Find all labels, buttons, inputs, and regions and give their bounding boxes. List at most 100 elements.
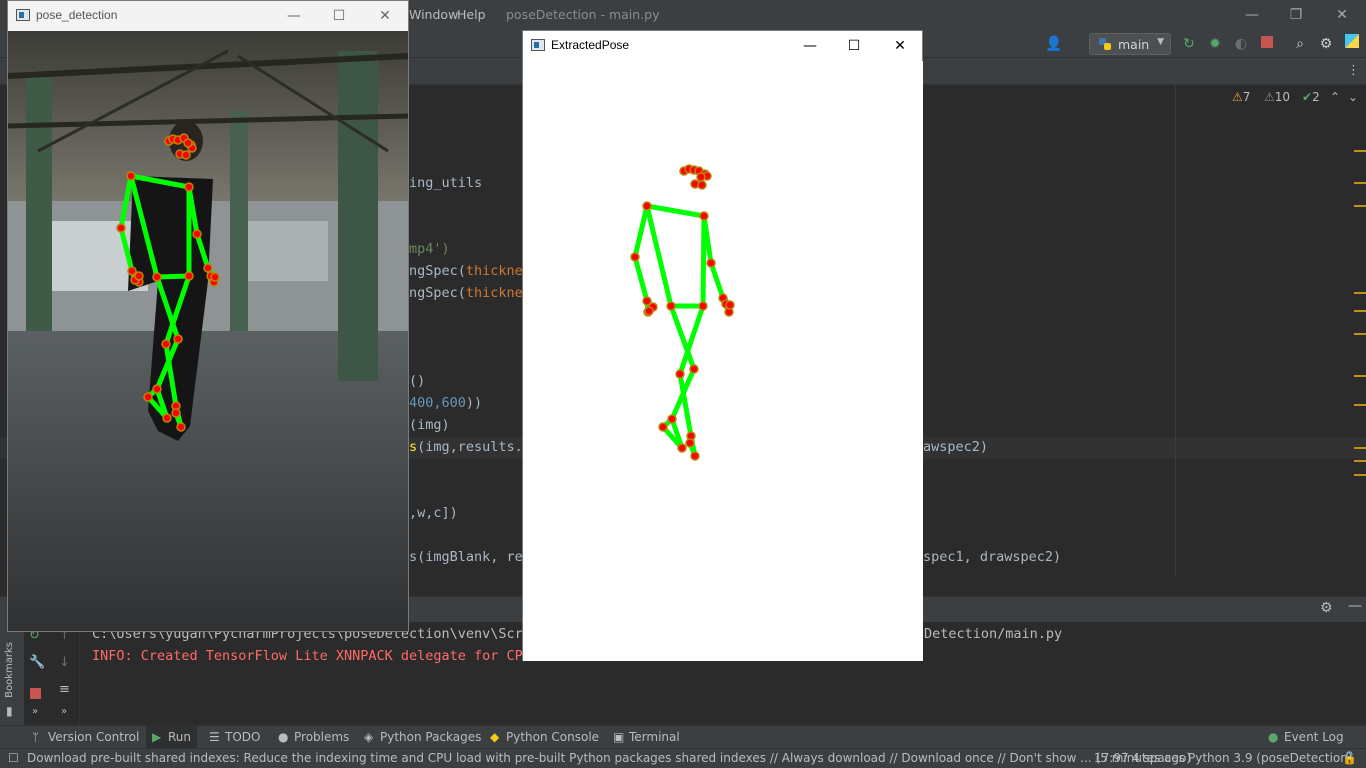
code-line: 400,600)) xyxy=(409,395,482,411)
minimize-panel-icon[interactable]: — xyxy=(1348,598,1362,614)
typo-count-value: 2 xyxy=(1312,90,1320,104)
app-icon xyxy=(531,39,545,51)
user-icon[interactable]: 👤 xyxy=(1044,34,1064,54)
tab-label: Run xyxy=(168,730,192,744)
gear-icon[interactable]: ⚙ xyxy=(1316,34,1336,54)
pose-detection-window[interactable]: pose_detection — ☐ ✕ xyxy=(7,0,409,632)
tab-label: Event Log xyxy=(1284,730,1344,744)
chevron-up-icon[interactable]: ⌃ xyxy=(1330,90,1340,104)
bookmarks-tab[interactable]: Bookmarks xyxy=(4,642,15,698)
scroll-marker[interactable] xyxy=(1354,375,1366,377)
pose-landmark xyxy=(181,150,191,160)
tab-terminal[interactable]: ▣ Terminal xyxy=(613,730,680,744)
maximize-button[interactable]: ☐ xyxy=(328,5,350,27)
more-icon[interactable]: » xyxy=(61,706,67,717)
coverage-icon[interactable]: ◐ xyxy=(1231,34,1251,54)
debug-icon[interactable]: ✹ xyxy=(1205,34,1225,54)
pose-landmark xyxy=(134,271,144,281)
scroll-marker[interactable] xyxy=(1354,447,1366,449)
typo-count: ✔2 xyxy=(1302,90,1320,104)
tab-label: Version Control xyxy=(48,730,140,744)
stop-icon[interactable] xyxy=(30,688,41,702)
run-config-selector[interactable]: main ▼ xyxy=(1089,33,1171,55)
code-token: (img,results.p xyxy=(417,439,531,455)
minimize-button[interactable]: — xyxy=(283,5,305,27)
maximize-button[interactable]: ☐ xyxy=(843,35,865,57)
steel-column xyxy=(26,71,52,331)
pose-landmark xyxy=(176,422,186,432)
run-tools: ↻ ↑ 🔧 ↓ ≡ » » xyxy=(24,622,80,725)
skeleton-connection xyxy=(154,273,192,280)
gear-icon[interactable]: ⚙ xyxy=(1320,600,1333,616)
rerun-icon[interactable]: ↻ xyxy=(1179,34,1199,54)
close-button[interactable]: ✕ xyxy=(889,35,911,57)
cursor-position[interactable]: 17:97 xyxy=(1094,751,1129,765)
more-icon[interactable]: ⋮ xyxy=(1347,63,1360,78)
pose-landmark xyxy=(690,451,700,461)
pose-landmark xyxy=(183,138,193,148)
scroll-marker[interactable] xyxy=(1354,292,1366,294)
pose-landmark xyxy=(126,171,136,181)
scroll-marker[interactable] xyxy=(1354,205,1366,207)
scroll-marker[interactable] xyxy=(1354,333,1366,335)
tab-problems[interactable]: ● Problems xyxy=(278,730,349,744)
scroll-marker[interactable] xyxy=(1354,474,1366,476)
pose-landmark xyxy=(685,438,695,448)
jetbrains-icon[interactable] xyxy=(1342,34,1362,54)
ide-restore-button[interactable]: ❐ xyxy=(1285,4,1307,26)
blank-pose-canvas xyxy=(523,61,923,661)
tab-version-control[interactable]: ᛘ Version Control xyxy=(32,730,139,744)
ide-close-button[interactable]: ✕ xyxy=(1331,4,1353,26)
ide-minimize-button[interactable]: — xyxy=(1241,4,1263,26)
window-titlebar[interactable]: pose_detection — ☐ ✕ xyxy=(8,1,408,31)
tab-todo[interactable]: ☰ TODO xyxy=(209,730,260,744)
search-icon[interactable]: ⌕ xyxy=(1290,34,1310,54)
scroll-marker[interactable] xyxy=(1354,460,1366,462)
pose-landmark xyxy=(696,172,706,182)
scroll-marker[interactable] xyxy=(1354,150,1366,152)
check-icon: ✔ xyxy=(1302,90,1313,104)
code-line: spec1, drawspec2) xyxy=(923,549,1062,565)
tab-label: Python Console xyxy=(506,730,600,744)
code-token: s xyxy=(409,439,418,455)
scroll-marker[interactable] xyxy=(1354,404,1366,406)
pose-landmark xyxy=(644,306,654,316)
tab-run[interactable]: ▶ Run xyxy=(146,726,198,748)
code-line: s(imgBlank, res xyxy=(409,549,531,565)
steel-column xyxy=(338,51,378,381)
tab-python-packages[interactable]: ◈ Python Packages xyxy=(364,730,481,744)
status-bar: ☐ Download pre-built shared indexes: Red… xyxy=(0,748,1366,768)
pose-landmark xyxy=(675,369,685,379)
pose-landmark xyxy=(666,301,676,311)
arrow-down-icon[interactable]: ↓ xyxy=(59,655,70,670)
extracted-pose-window[interactable]: ExtractedPose — ☐ ✕ xyxy=(522,30,923,661)
steel-column xyxy=(230,111,248,331)
more-icon[interactable]: » xyxy=(32,706,38,717)
scroll-marker[interactable] xyxy=(1354,310,1366,312)
pose-landmark xyxy=(658,422,668,432)
wrench-icon[interactable]: 🔧 xyxy=(29,655,45,670)
tab-label: Problems xyxy=(294,730,350,744)
status-message[interactable]: Download pre-built shared indexes: Reduc… xyxy=(27,751,1191,765)
tab-python-console[interactable]: ◆ Python Console xyxy=(490,730,599,744)
code-token: ngSpec( xyxy=(409,285,466,301)
stop-icon[interactable] xyxy=(1257,34,1277,54)
menu-window[interactable]: Window xyxy=(409,7,458,22)
chevron-down-icon[interactable]: ⌄ xyxy=(1348,90,1358,104)
menu-help[interactable]: Help xyxy=(457,7,486,22)
python-icon xyxy=(1097,36,1113,52)
pose-landmark xyxy=(630,252,640,262)
code-line: mp4') xyxy=(409,241,450,257)
window-titlebar[interactable]: ExtractedPose — ☐ ✕ xyxy=(523,31,922,61)
scroll-marker[interactable] xyxy=(1354,182,1366,184)
close-button[interactable]: ✕ xyxy=(374,5,396,27)
code-token: 400,600 xyxy=(409,395,466,411)
soft-wrap-icon[interactable]: ≡ xyxy=(59,682,70,697)
indent-setting[interactable]: 4 spaces xyxy=(1132,751,1185,765)
interpreter-setting[interactable]: Python 3.9 (poseDetection) xyxy=(1188,751,1353,765)
window-title: ExtractedPose xyxy=(551,38,630,52)
tab-event-log[interactable]: ● Event Log xyxy=(1268,730,1344,744)
lock-icon[interactable]: 🔓 xyxy=(1342,751,1357,765)
minimize-button[interactable]: — xyxy=(799,35,821,57)
camera-frame xyxy=(8,31,408,631)
